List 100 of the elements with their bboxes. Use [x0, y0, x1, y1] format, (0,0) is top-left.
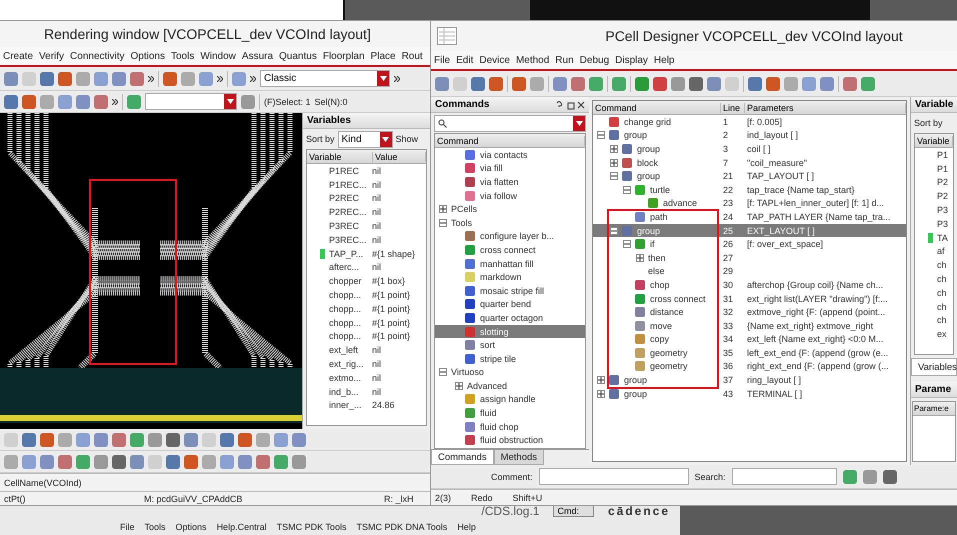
menu-item[interactable]: File: [120, 522, 135, 532]
tree-row[interactable]: group 25 EXT_LAYOUT [ ]: [593, 224, 906, 238]
menu-item[interactable]: Rout: [402, 50, 423, 62]
toolbar-icon[interactable]: [553, 76, 567, 90]
tree-item[interactable]: configure layer b...: [435, 230, 585, 244]
tree-folder[interactable]: PCells: [435, 202, 585, 216]
tree-item[interactable]: stripe tile: [435, 352, 585, 366]
tree-row[interactable]: advance 23 [f: TAPL+len_inner_outer] [f: 1] d...: [593, 196, 906, 210]
tree-item[interactable]: manhattan fill: [435, 256, 585, 270]
toolbar-icon[interactable]: [292, 432, 306, 446]
toolbar-icon[interactable]: [238, 432, 252, 446]
toolbar-icon[interactable]: [130, 432, 144, 446]
tree-row[interactable]: chop 30 afterchop {Group coil} {Name ch...: [593, 278, 906, 292]
menu-item[interactable]: Display: [615, 54, 648, 66]
tree-row[interactable]: block 7 "coil_measure": [593, 156, 906, 170]
menu-item[interactable]: Options: [176, 522, 207, 532]
toolbar-icon[interactable]: [612, 76, 626, 90]
column-header[interactable]: Parameters: [745, 102, 906, 112]
toolbar-icon[interactable]: [112, 454, 126, 468]
tree-row[interactable]: distance 32 extmove_right {F: (append (point...: [593, 305, 906, 319]
menu-item[interactable]: Create: [3, 50, 34, 62]
collapse-icon[interactable]: [597, 131, 605, 140]
tree-row[interactable]: group 37 ring_layout [ ]: [593, 373, 906, 387]
toolbar-icon[interactable]: [40, 432, 54, 446]
tree-item[interactable]: sort: [435, 338, 585, 352]
chevron-icon[interactable]: [112, 98, 118, 104]
chevron-icon[interactable]: [148, 76, 154, 82]
tree-folder[interactable]: Advanced: [435, 379, 585, 393]
menu-item[interactable]: Options: [130, 50, 165, 62]
menu-item[interactable]: Help: [654, 54, 674, 66]
chevron-icon[interactable]: [217, 76, 223, 82]
tree-item[interactable]: mosaic stripe fill: [435, 284, 585, 298]
toolbar-icon[interactable]: [58, 72, 72, 86]
menu-item[interactable]: Quantus: [279, 50, 317, 62]
expand-icon[interactable]: [439, 205, 447, 214]
toolbar-icon[interactable]: [238, 454, 252, 468]
toolbar-icon[interactable]: [4, 72, 18, 86]
expand-icon[interactable]: [610, 158, 618, 167]
tree-row[interactable]: else 29: [593, 264, 906, 278]
expand-icon[interactable]: [610, 144, 618, 153]
search-field[interactable]: [732, 468, 837, 485]
collapse-icon[interactable]: [623, 240, 631, 248]
column-header[interactable]: Line: [721, 102, 745, 112]
toolbar-icon[interactable]: [22, 94, 36, 108]
tree-item[interactable]: via follow: [435, 188, 585, 202]
toolbar-icon[interactable]: [184, 454, 198, 468]
collapse-icon[interactable]: [439, 368, 447, 376]
toolbar-icon[interactable]: [435, 76, 449, 90]
toolbar-icon[interactable]: [58, 454, 72, 468]
panel-tab[interactable]: Methods: [494, 450, 544, 465]
toolbar-icon[interactable]: [148, 432, 162, 446]
toolbar-icon[interactable]: [489, 76, 503, 90]
search-field[interactable]: [434, 114, 586, 132]
comment-field[interactable]: [538, 468, 689, 485]
tree-item[interactable]: quarter octagon: [435, 311, 585, 325]
cmd-field[interactable]: Cmd:: [553, 505, 594, 517]
toolbar-icon[interactable]: [707, 76, 721, 90]
collapse-icon[interactable]: [610, 172, 618, 180]
tree-item[interactable]: slotting: [435, 324, 585, 338]
menu-item[interactable]: Run: [555, 54, 574, 66]
dock-controls-icon[interactable]: [555, 100, 585, 110]
toolbar-icon[interactable]: [163, 72, 177, 86]
menu-item[interactable]: Tools: [170, 50, 194, 62]
menu-item[interactable]: Edit: [456, 54, 474, 66]
toolbar-icon[interactable]: [112, 72, 126, 86]
menu-item[interactable]: Device: [479, 54, 510, 66]
select-dropdown[interactable]: [145, 93, 237, 110]
menu-item[interactable]: Debug: [580, 54, 610, 66]
collapse-icon[interactable]: [623, 186, 631, 194]
toolbar-icon[interactable]: [274, 432, 288, 446]
toolbar-icon[interactable]: [4, 94, 18, 108]
toolbar-icon[interactable]: [766, 76, 780, 90]
toolbar-icon[interactable]: [589, 76, 603, 90]
toolbar-icon[interactable]: [94, 432, 108, 446]
menu-item[interactable]: Assura: [242, 50, 274, 62]
tree-row[interactable]: geometry 35 left_ext_end {F: (append (grow (e...: [593, 346, 906, 360]
stop-icon[interactable]: [653, 76, 667, 90]
menu-item[interactable]: Floorplan: [322, 50, 365, 62]
tree-row[interactable]: copy 34 ext_left {Name ext_right} <0:0 M...: [593, 332, 906, 346]
toolbar-icon[interactable]: [166, 432, 180, 446]
tree-item[interactable]: assign handle: [435, 392, 585, 406]
toolbar-icon[interactable]: [40, 454, 54, 468]
chevron-icon[interactable]: [394, 76, 400, 82]
tree-item[interactable]: via fill: [435, 162, 585, 176]
toolbar-icon[interactable]: [76, 454, 90, 468]
toolbar-icon[interactable]: [220, 432, 234, 446]
panel-tab[interactable]: Variables: [911, 358, 957, 376]
menu-item[interactable]: Help.Central: [216, 522, 267, 532]
collapse-icon[interactable]: [439, 218, 447, 227]
panel-tab[interactable]: Commands: [431, 450, 494, 465]
column-header[interactable]: Command: [593, 102, 721, 112]
tree-item[interactable]: via flatten: [435, 175, 585, 189]
tree-row[interactable]: path 24 TAP_PATH LAYER {Name tap_tra...: [593, 210, 906, 224]
toolbar-icon[interactable]: [862, 470, 877, 484]
toolbar-icon[interactable]: [130, 454, 144, 468]
menu-item[interactable]: Method: [516, 54, 550, 66]
sort-select[interactable]: Kind: [338, 130, 393, 148]
toolbar-icon[interactable]: [94, 72, 108, 86]
menu-item[interactable]: Connectivity: [70, 50, 124, 62]
toolbar-icon[interactable]: [689, 76, 703, 90]
